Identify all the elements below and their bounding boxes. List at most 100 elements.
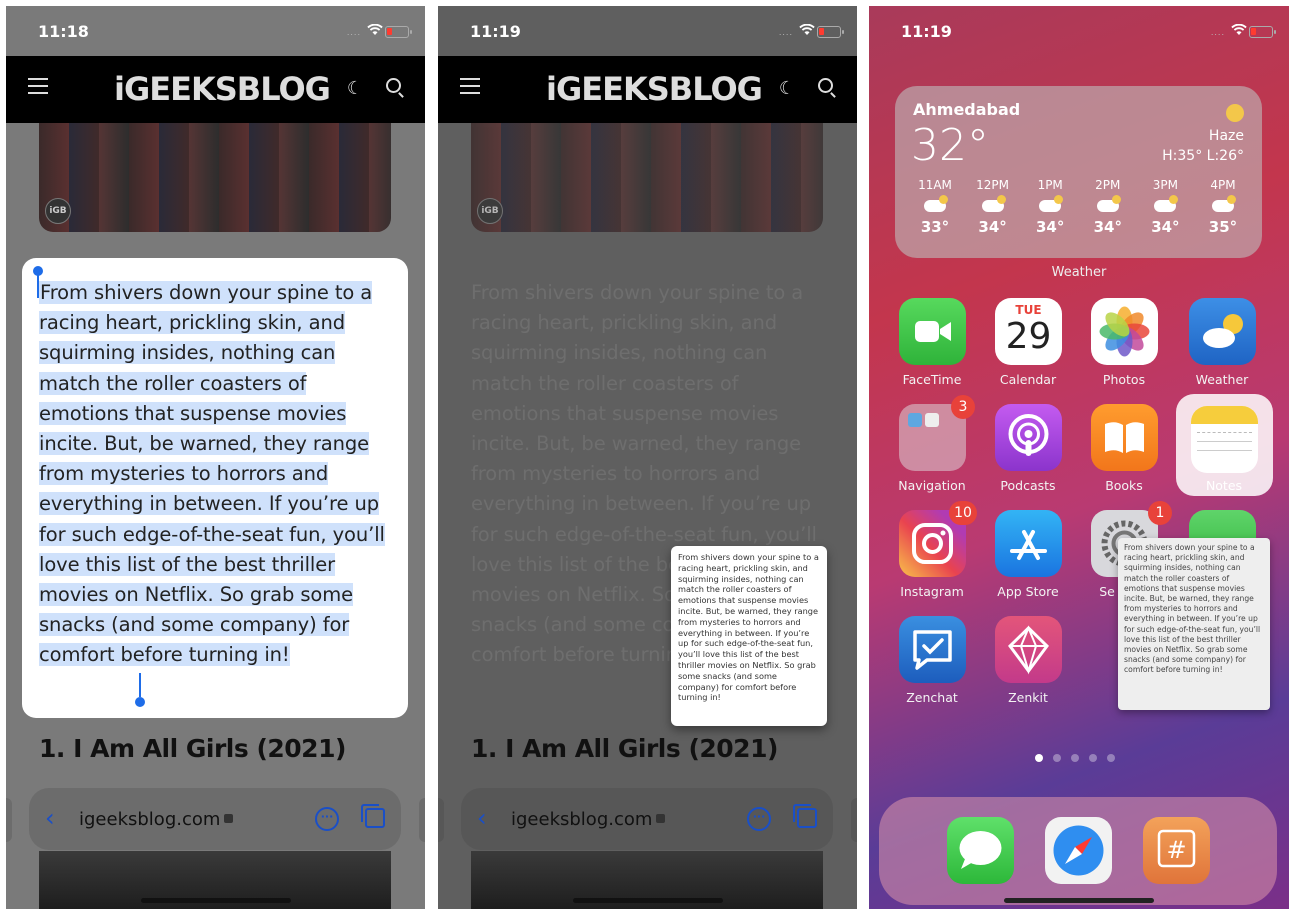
books-label: Books <box>1105 478 1143 493</box>
site-logo[interactable]: iGEEKSBLOG <box>114 70 331 108</box>
partly-cloudy-icon <box>1154 195 1179 212</box>
home-indicator <box>1004 898 1154 903</box>
selection-start-handle[interactable] <box>33 266 43 298</box>
drag-text-preview[interactable]: From shivers down your spine to a racing… <box>671 546 827 726</box>
site-navbar: iGEEKSBLOG ☾ <box>6 56 425 123</box>
wifi-icon <box>799 21 815 40</box>
igb-badge: iGB <box>477 198 503 224</box>
igb-badge: iGB <box>45 198 71 224</box>
selected-text[interactable]: From shivers down your spine to a racing… <box>39 281 385 667</box>
zenchat-app-icon[interactable] <box>899 616 966 683</box>
article-banner-image: iGB <box>471 123 823 232</box>
weather-app-label: Weather <box>1195 372 1249 387</box>
hour-temp: 33° <box>920 218 950 236</box>
page-dot[interactable] <box>1107 754 1115 762</box>
podcasts-label: Podcasts <box>1000 478 1056 493</box>
url-text[interactable]: igeeksblog.com <box>79 809 220 830</box>
facetime-label: FaceTime <box>902 372 962 387</box>
page-dot[interactable] <box>1071 754 1079 762</box>
facetime-app-icon[interactable] <box>899 298 966 365</box>
status-time: 11:19 <box>901 22 952 41</box>
messages-app-icon[interactable] <box>947 817 1014 884</box>
status-bar: 11:19 .... <box>869 6 1289 56</box>
weather-app-icon[interactable] <box>1189 298 1256 365</box>
weather-condition: Haze <box>1208 128 1244 144</box>
battery-icon <box>385 26 412 38</box>
page-dot[interactable] <box>1035 754 1043 762</box>
calendar-app-icon[interactable]: TUE 29 <box>995 298 1062 365</box>
next-tab-pill <box>419 798 425 842</box>
hour-temp: 34° <box>1151 218 1180 236</box>
prev-tab-pill <box>438 798 444 842</box>
hamburger-menu-icon[interactable] <box>460 78 480 94</box>
safari-address-bar[interactable]: ‹ igeeksblog.com ··· <box>461 788 833 850</box>
instagram-label: Instagram <box>900 584 964 599</box>
home-indicator <box>573 898 723 903</box>
zenchat-label: Zenchat <box>906 690 958 705</box>
hour-item: 4PM 35° <box>1197 178 1249 236</box>
notes-app-icon[interactable] <box>1191 406 1258 473</box>
calendar-date: 29 <box>1005 316 1052 357</box>
zenkit-app-icon[interactable] <box>995 616 1062 683</box>
page-dot[interactable] <box>1089 754 1097 762</box>
selection-end-handle[interactable] <box>135 673 145 707</box>
weather-high-low: H:35° L:26° <box>1162 148 1244 164</box>
more-options-icon[interactable]: ··· <box>315 807 339 831</box>
hour-time: 4PM <box>1210 178 1236 192</box>
photos-label: Photos <box>1102 372 1146 387</box>
podcasts-app-icon[interactable] <box>995 404 1062 471</box>
url-text[interactable]: igeeksblog.com <box>511 809 652 830</box>
navigation-badge: 3 <box>951 395 975 419</box>
dark-mode-icon[interactable]: ☾ <box>347 78 363 99</box>
hashtag-app-icon[interactable]: # <box>1143 817 1210 884</box>
weather-widget[interactable]: Ahmedabad 32° Haze H:35° L:26° 11AM 33° 1… <box>895 86 1262 258</box>
page-dot[interactable] <box>1053 754 1061 762</box>
hour-item: 1PM 34° <box>1024 178 1076 236</box>
settings-badge: 1 <box>1148 501 1172 525</box>
hour-temp: 34° <box>1036 218 1065 236</box>
svg-text:#: # <box>1166 836 1186 864</box>
drag-text-preview[interactable]: From shivers down your spine to a racing… <box>1118 538 1270 710</box>
weather-widget-label: Weather <box>1051 265 1107 280</box>
signal-dots: .... <box>1210 28 1225 37</box>
partly-cloudy-icon <box>1039 195 1064 212</box>
haze-icon <box>1226 104 1244 122</box>
safari-address-bar[interactable]: ‹ igeeksblog.com ··· <box>29 788 401 850</box>
instagram-badge: 10 <box>949 501 977 525</box>
photos-app-icon[interactable] <box>1091 298 1158 365</box>
weather-city: Ahmedabad <box>913 100 1021 119</box>
calendar-day: TUE <box>1015 303 1042 317</box>
back-icon[interactable]: ‹ <box>45 804 55 832</box>
notes-label: Notes <box>1205 478 1243 493</box>
back-icon[interactable]: ‹ <box>477 804 487 832</box>
site-logo[interactable]: iGEEKSBLOG <box>546 70 763 108</box>
hour-time: 11AM <box>918 178 952 192</box>
more-options-icon[interactable]: ··· <box>747 807 771 831</box>
home-indicator <box>141 898 291 903</box>
lock-icon <box>224 814 233 823</box>
hour-time: 1PM <box>1037 178 1063 192</box>
hour-item: 12PM 34° <box>967 178 1019 236</box>
page-dots[interactable] <box>1035 754 1115 762</box>
hour-temp: 34° <box>978 218 1007 236</box>
signal-dots: .... <box>346 28 361 37</box>
lock-icon <box>656 814 665 823</box>
hour-item: 3PM 34° <box>1139 178 1191 236</box>
zenkit-label: Zenkit <box>1008 690 1048 705</box>
dark-mode-icon[interactable]: ☾ <box>779 78 795 99</box>
tabs-icon[interactable] <box>793 804 817 828</box>
site-navbar: iGEEKSBLOG ☾ <box>438 56 857 123</box>
article-paragraph-selected[interactable]: From shivers down your spine to a racing… <box>39 278 391 671</box>
screenshot-panel-2: 11:19 .... iGEEKSBLOG ☾ iGB From shivers… <box>438 6 857 909</box>
books-app-icon[interactable] <box>1091 404 1158 471</box>
wifi-icon <box>367 21 383 40</box>
hour-item: 11AM 33° <box>909 178 961 236</box>
tabs-icon[interactable] <box>361 804 385 828</box>
signal-dots: .... <box>778 28 793 37</box>
hamburger-menu-icon[interactable] <box>28 78 48 94</box>
search-icon[interactable] <box>818 78 833 93</box>
safari-app-icon[interactable] <box>1045 817 1112 884</box>
partly-cloudy-icon <box>1096 195 1121 212</box>
search-icon[interactable] <box>386 78 401 93</box>
appstore-app-icon[interactable] <box>995 510 1062 577</box>
